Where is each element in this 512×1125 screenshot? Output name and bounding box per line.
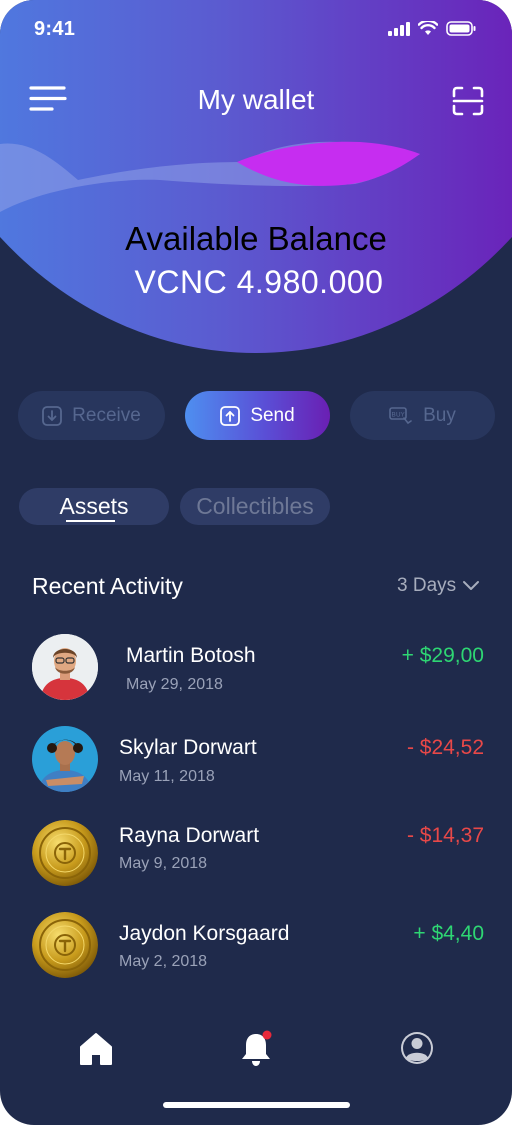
svg-text:BUY: BUY [392, 410, 405, 418]
status-time: 9:41 [34, 18, 76, 40]
transaction-date: May 2, 2018 [119, 953, 208, 970]
transaction-amount: + $29,00 [401, 644, 484, 667]
contact-name: Jaydon Korsgaard [119, 922, 290, 945]
signal-icon [388, 21, 410, 36]
balance-label: Available Balance [125, 220, 387, 257]
activity-row[interactable]: Jaydon Korsgaard May 2, 2018 + $4,40 [0, 910, 512, 990]
wallet-screen: 9:41 My wallet Available Balance VCNC 4.… [0, 0, 512, 1125]
person-avatar-icon [32, 634, 98, 700]
transaction-date: May 29, 2018 [126, 676, 223, 693]
home-indicator [163, 1102, 350, 1108]
bottom-nav [0, 1020, 512, 1080]
home-icon[interactable] [76, 1028, 116, 1068]
days-filter-dropdown[interactable]: 3 Days [397, 575, 480, 597]
active-tab-underline [66, 520, 115, 522]
buy-label: Buy [423, 404, 456, 426]
receive-icon [42, 405, 63, 426]
balance-value: VCNC 4.980.000 [134, 264, 384, 300]
transaction-date: May 9, 2018 [119, 855, 208, 872]
battery-icon [446, 21, 476, 36]
activity-row[interactable]: Martin Botosh May 29, 2018 + $29,00 [0, 628, 512, 708]
tab-collectibles[interactable]: Collectibles [180, 488, 330, 525]
send-button[interactable]: Send [185, 391, 330, 440]
tab-collectibles-label: Collectibles [196, 493, 314, 519]
receive-label: Receive [72, 404, 141, 426]
transaction-amount: - $14,37 [406, 824, 484, 847]
status-icons [388, 21, 476, 36]
send-label: Send [250, 404, 295, 426]
contact-name: Martin Botosh [126, 644, 256, 667]
notification-dot [262, 1030, 272, 1040]
bell-icon[interactable] [236, 1028, 276, 1068]
wifi-icon [418, 21, 438, 35]
page-title: My wallet [197, 84, 315, 115]
days-filter-label: 3 Days [397, 575, 457, 596]
buy-button[interactable]: BUY Buy [350, 391, 495, 440]
tab-assets-label: Assets [59, 493, 129, 519]
scan-icon[interactable] [452, 86, 484, 116]
profile-icon[interactable] [397, 1028, 437, 1068]
avatar [32, 634, 98, 700]
recent-activity-title: Recent Activity [32, 573, 183, 599]
avatar [32, 912, 98, 978]
avatar [32, 820, 98, 886]
status-bar: 9:41 [0, 0, 512, 60]
send-icon [220, 405, 241, 426]
transaction-amount: - $24,52 [406, 736, 484, 759]
avatar [32, 726, 98, 792]
buy-icon: BUY [389, 406, 412, 424]
gold-coin-icon [32, 912, 98, 978]
gold-coin-icon [32, 820, 98, 886]
chevron-down-icon [463, 581, 480, 590]
contact-name: Skylar Dorwart [119, 736, 257, 759]
transaction-amount: + $4,40 [413, 922, 484, 945]
person-avatar-icon [32, 726, 98, 792]
activity-row[interactable]: Skylar Dorwart May 11, 2018 - $24,52 [0, 720, 512, 800]
transaction-date: May 11, 2018 [119, 768, 215, 785]
receive-button[interactable]: Receive [18, 391, 165, 440]
activity-row[interactable]: Rayna Dorwart May 9, 2018 - $14,37 [0, 812, 512, 892]
contact-name: Rayna Dorwart [119, 824, 260, 847]
